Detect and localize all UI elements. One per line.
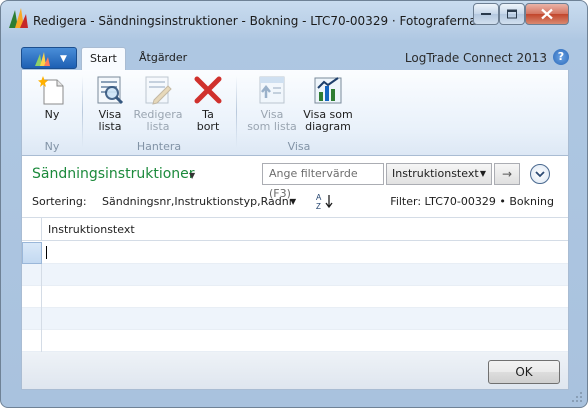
table-row[interactable] <box>22 242 568 264</box>
instructions-grid: Instruktionstext <box>22 217 568 352</box>
show-as-list-label-2: som lista <box>247 120 297 133</box>
group-label-ny: Ny <box>44 140 60 153</box>
sort-order-icon[interactable]: A Z <box>315 192 335 210</box>
delete-label-2: bort <box>196 120 220 133</box>
sort-field-select[interactable]: Sändningsnr,Instruktionstyp,Radnr <box>102 195 293 208</box>
expand-filter-button[interactable] <box>530 164 550 184</box>
svg-text:Z: Z <box>316 202 321 210</box>
minimize-button[interactable] <box>473 3 499 25</box>
expand-chevron-icon <box>535 171 545 178</box>
list-view-icon <box>259 76 285 104</box>
window-title: Redigera - Sändningsinstruktioner - Bokn… <box>33 14 497 28</box>
sort-dropdown-icon[interactable]: ▼ <box>290 197 296 206</box>
page-title-dropdown-icon[interactable]: ▼ <box>189 171 195 180</box>
dialog-footer: OK <box>21 352 569 390</box>
new-button-label: Ny <box>44 108 60 121</box>
filter-field-select[interactable]: Instruktionstext ▼ <box>386 163 492 185</box>
ok-button[interactable]: OK <box>488 360 560 384</box>
resize-grip-icon[interactable] <box>571 391 583 403</box>
row-selector[interactable] <box>22 242 42 264</box>
show-as-chart-label-2: diagram <box>305 120 351 133</box>
row-selector[interactable] <box>22 330 42 352</box>
maximize-button[interactable] <box>499 3 525 25</box>
ribbon-separator <box>82 76 83 148</box>
column-header-instruktionstext[interactable]: Instruktionstext <box>48 223 135 236</box>
svg-text:A: A <box>316 193 322 202</box>
row-selector[interactable] <box>22 286 42 308</box>
edit-list-button[interactable]: Redigera lista <box>132 74 184 133</box>
close-button[interactable] <box>525 3 569 25</box>
page-title[interactable]: Sändningsinstruktioner <box>32 166 195 182</box>
active-filter-text: Filter: LTC70-00329 • Bokning <box>390 195 554 208</box>
table-row[interactable] <box>22 330 568 352</box>
edit-list-icon <box>145 76 172 105</box>
apply-filter-button[interactable]: → <box>494 163 520 185</box>
grid-header: Instruktionstext <box>22 218 568 241</box>
tab-atgarder[interactable]: Åtgärder <box>131 47 195 71</box>
close-icon <box>541 8 553 20</box>
table-row[interactable] <box>22 264 568 286</box>
text-cursor <box>46 246 47 259</box>
edit-list-label-2: lista <box>146 120 170 133</box>
new-button[interactable]: Ny <box>32 74 72 121</box>
help-icon[interactable]: ? <box>553 49 569 65</box>
ribbon-tab-bar: ▼ Start Åtgärder LogTrade Connect 2013 ? <box>21 45 569 71</box>
minimize-icon <box>481 13 491 15</box>
table-row[interactable] <box>22 308 568 330</box>
filter-field-value: Instruktionstext <box>392 167 479 180</box>
new-document-icon <box>38 76 64 105</box>
table-row[interactable] <box>22 286 568 308</box>
maximize-icon <box>507 9 517 19</box>
dialog-window: Redigera - Sändningsinstruktioner - Bokn… <box>0 0 588 408</box>
app-menu-chevron-icon: ▼ <box>60 54 67 64</box>
list-page: Sändningsinstruktioner ▼ Ange filtervärd… <box>21 156 569 352</box>
tab-start[interactable]: Start <box>81 47 126 71</box>
delete-x-icon <box>194 76 222 104</box>
ribbon-panel: Ny Ny Visa lista Redigera lista Ta bort … <box>21 70 569 156</box>
chart-view-icon <box>314 77 342 104</box>
ribbon-separator <box>236 76 237 148</box>
delete-button[interactable]: Ta bort <box>188 74 228 133</box>
filter-value-input[interactable]: Ange filtervärde (F3) <box>262 163 384 200</box>
sort-label: Sortering: <box>32 195 87 208</box>
view-list-label-2: lista <box>98 120 122 133</box>
chevron-down-icon: ▼ <box>479 169 486 178</box>
product-name: LogTrade Connect 2013 <box>404 51 547 65</box>
view-list-button[interactable]: Visa lista <box>90 74 130 133</box>
show-as-list-button[interactable]: Visa som lista <box>244 74 300 133</box>
group-label-visa: Visa <box>287 140 311 153</box>
row-selector[interactable] <box>22 264 42 286</box>
title-bar[interactable]: Redigera - Sändningsinstruktioner - Bokn… <box>1 1 587 41</box>
application-menu-button[interactable]: ▼ <box>21 47 77 69</box>
show-as-chart-button[interactable]: Visa som diagram <box>302 74 354 133</box>
header-row-selector[interactable] <box>22 218 42 241</box>
row-selector[interactable] <box>22 308 42 330</box>
view-list-icon <box>97 76 124 105</box>
app-menu-icon <box>35 52 50 66</box>
app-logo-icon <box>9 8 28 28</box>
group-label-hantera: Hantera <box>136 140 182 153</box>
